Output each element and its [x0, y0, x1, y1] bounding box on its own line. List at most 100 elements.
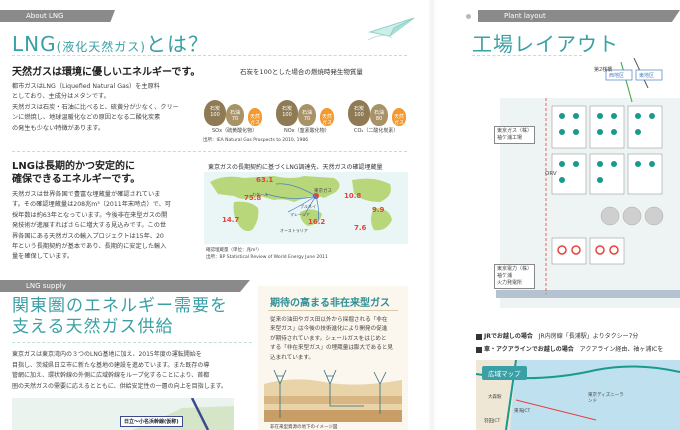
- label-tepco-line: 袖ケ浦: [497, 273, 513, 279]
- supply-line: 東京ガスは東京湾内の３つのLNG基地に加え、2015年度の運転開始を: [12, 351, 202, 358]
- bag-name: 天然ガス: [249, 114, 260, 126]
- title-paren: (液化天然ガス): [56, 40, 146, 54]
- page-title: LNG(液化天然ガス)とは？: [12, 28, 209, 57]
- emission-bag: 石炭 100: [204, 100, 226, 126]
- label-east: 東地区: [639, 73, 655, 79]
- section2-text: 天然ガスは世界各国で豊富な埋蔵量が確認されていま す。その確認埋蔵量は208兆m…: [12, 190, 197, 263]
- map-label-tokyogas: 東京ガス: [314, 189, 332, 194]
- title-end: とは？: [145, 32, 209, 56]
- title-main: LNG: [12, 32, 57, 56]
- bag-name: 天然ガス: [321, 114, 332, 126]
- label-tokyo-gas-line: 東京ガス（株）: [497, 128, 533, 134]
- reserve-value: 10.8: [344, 192, 362, 200]
- emission-bag: 石油 70: [226, 104, 244, 126]
- place-disney: 東京ディズニーランド: [588, 393, 624, 404]
- supply-line: 管網に加え、環状幹線の外側に広域幹線をループ化することにより、首都: [12, 372, 210, 380]
- supply-text: 東京ガスは東京湾内の３つのLNG基地に加え、2015年度の運転開始を 目指し、茨…: [12, 350, 252, 392]
- box-foot: 非在来型資源の地下のイメージ図: [270, 425, 338, 430]
- right-bullet-mark: [466, 14, 471, 19]
- emission-bag: 天然ガス 0: [248, 108, 262, 132]
- bag-value: 80: [375, 116, 383, 122]
- emission-bag: 天然ガス 60: [392, 108, 406, 132]
- label-tepco-line: 火力発電所: [497, 280, 523, 286]
- supply-divider: [12, 342, 252, 343]
- box-text: 従来の油田やガス田以外から採掘される「非在 来型ガス」は今後の技術進化により開発…: [270, 316, 400, 363]
- world-map-title: 東京ガスの長期契約に基づくLNG調達先、天然ガスの確認埋蔵量: [208, 164, 383, 171]
- emission-bag: 石炭 100: [348, 100, 370, 126]
- map-label-brunei: ブルネイ: [300, 204, 316, 209]
- section2-heading-line: 確保できるエネルギーです。: [12, 174, 141, 185]
- access-rail-row: JRでお越しの場合 JR内房線「長浦駅」よりタクシー7分: [476, 331, 680, 342]
- section2-line: 年という長期契約が基本であり、長期的に安定した輸入: [12, 243, 167, 251]
- box-line: が期待されています。シェールガスをはじめと: [270, 335, 387, 342]
- map-label-australia: オーストラリア: [280, 228, 308, 233]
- box-line: 来型ガス」は今後の技術進化により開発の促進: [270, 326, 388, 333]
- supply-title-line: 支える天然ガス供給: [12, 317, 174, 337]
- section2-line: 量を確保しています。: [12, 253, 74, 261]
- section-divider: [12, 151, 407, 152]
- emission-bag: 石油 80: [370, 104, 388, 126]
- about-lng-tag: About LNG: [0, 10, 115, 22]
- section1-line: 都市ガスはLNG（Liquefied Natural Gas）を主原料: [12, 83, 160, 90]
- section1-line: の発生も少ない特徴があります。: [12, 124, 105, 132]
- emission-bag: 石油 70: [298, 104, 316, 126]
- pipeline-label: 日立～小名浜幹線(仮称): [120, 416, 183, 427]
- emission-bag: 石炭 100: [276, 100, 298, 126]
- world-map: 63.1 75.8 14.7 16.2 10.8 7.6 9.9 東京ガス マレーシア ブル…: [204, 172, 408, 244]
- plant-title-divider: [472, 55, 582, 56]
- rail-text: JR内房線「長浦駅」よりタクシー7分: [538, 333, 639, 340]
- section1-line: 天然ガスは石炭・石油に比べると、硫黄分が少なく、クリー: [12, 103, 179, 111]
- underground-illustration: [264, 370, 402, 422]
- area-map: 広域マップ 大森駅 東京ディズニーランド 羽田JCT 東海JCT: [475, 359, 680, 430]
- section1-line: ンに燃焼し、地球温暖化などの原因となる二酸化炭素: [12, 114, 161, 122]
- access-car-row: 車・アクアラインでお越しの場合 アクアライン経由、袖ヶ浦ICを: [476, 344, 680, 355]
- rail-label: JRでお越しの場合: [484, 333, 533, 340]
- paper-plane-icon: [368, 17, 415, 41]
- car-icon: [476, 346, 482, 353]
- box-line: 従来の油田やガス田以外から採掘される「非在: [270, 317, 388, 323]
- map-source: 出所：BP Statistical Review of World Energy…: [206, 255, 328, 260]
- supply-map: 日立～小名浜幹線(仮称): [12, 397, 234, 430]
- unconventional-gas-box: 期待の高まる非在来型ガス 従来の油田やガス田以外から採掘される「非在 来型ガス」…: [258, 286, 408, 430]
- car-text: アクアライン経由、袖ヶ浦ICを: [579, 346, 664, 353]
- bag-value: 100: [210, 112, 220, 118]
- bag-value: 70: [231, 116, 239, 122]
- map-note: 確認埋蔵量（単位：兆m³）: [206, 248, 262, 253]
- lng-supply-tag: LNG supply: [0, 280, 250, 292]
- section2-heading-line: LNGは長期的かつ安定的に: [12, 161, 135, 172]
- emissions-group-label: NOx（窒素酸化物）: [284, 128, 330, 134]
- box-line: する「非在来型ガス」の埋蔵量は膨大であると見: [270, 345, 394, 352]
- box-line: 込まれています。: [270, 354, 315, 361]
- place-omori: 大森駅: [488, 395, 502, 400]
- label-tepco: 東京電力（株） 袖ケ浦 火力発電所: [494, 264, 536, 289]
- label-tokyo-gas: 東京ガス（株） 袖ケ浦工場: [494, 126, 536, 144]
- rail-icon: [476, 333, 482, 340]
- supply-title-line: 関東圏のエネルギー需要を: [12, 296, 228, 316]
- bag-value: 100: [282, 112, 292, 118]
- emissions-group-label: SOx（硫黄酸化物）: [212, 128, 258, 134]
- place-haneda: 羽田JCT: [484, 419, 501, 424]
- reserve-value: 7.6: [354, 224, 367, 232]
- label-tokyo-gas-line: 袖ケ浦工場: [497, 135, 523, 141]
- plant-layout-tag: Plant layout: [478, 10, 680, 22]
- supply-line: 圏の天然ガスの需要に応えるとともに、供給安定性の一層の向上を目指します。: [12, 382, 228, 390]
- emissions-group-label: CO₂（二酸化炭素）: [354, 128, 399, 134]
- emissions-chart-title: 石炭を100とした場合の燃焼時発生物質量: [240, 68, 363, 76]
- section2-line: 採年数は約63年となっています。今後非在来型ガスの開: [12, 211, 168, 219]
- section1-text: 都市ガスはLNG（Liquefied Natural Gas）を主原料 としてお…: [12, 82, 192, 134]
- reserve-value: 14.7: [222, 216, 240, 224]
- section2-line: 界各国にある天然ガスの輸入プロジェクトは15年、20: [12, 232, 164, 240]
- section2-line: す。その確認埋蔵量は208兆m³（2011年末時点）で、可: [12, 201, 171, 209]
- label-orv: ORV: [545, 171, 557, 177]
- emission-bag: 天然ガス 20～40: [320, 108, 334, 138]
- reserve-value: 63.1: [256, 176, 274, 184]
- place-tokai: 東海JCT: [514, 409, 531, 414]
- label-west: 西地区: [609, 73, 625, 79]
- plant-layout-title: 工場レイアウト: [472, 32, 619, 56]
- map-label-malaysia: マレーシア: [290, 212, 310, 217]
- title-divider: [12, 55, 407, 56]
- section2-line: 発技術が進展すればさらに増大する見込みです。この世: [12, 222, 167, 230]
- emissions-chart: 石炭 100 石油 70 天然ガス 0 石炭 100 石油 70 天然ガス 20～40 石炭 100 石油 8…: [200, 78, 410, 138]
- supply-line: 目指し、茨城県日立市に新たな基地の建設を進めています。また既存の導: [12, 361, 210, 369]
- car-label: 車・アクアラインでお越しの場合: [484, 346, 574, 353]
